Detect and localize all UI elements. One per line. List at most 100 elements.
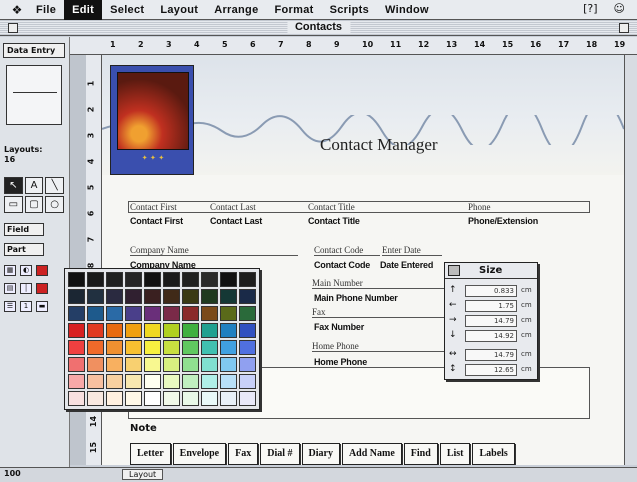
color-swatch[interactable] (163, 391, 180, 406)
apple-menu-icon[interactable]: ❖ (6, 3, 28, 17)
field-company-name[interactable]: Company Name (130, 245, 298, 256)
color-swatch[interactable] (182, 323, 199, 338)
color-swatch[interactable] (106, 289, 123, 304)
color-swatch[interactable] (87, 391, 104, 406)
field-main-number[interactable]: Main Number (312, 278, 448, 289)
window-title-bar[interactable]: Contacts (0, 20, 637, 36)
color-swatch[interactable] (239, 391, 256, 406)
color-swatch[interactable] (182, 272, 199, 287)
field-contact-first[interactable]: Contact First (130, 202, 206, 213)
bucket-icon[interactable]: ◐ (20, 265, 32, 276)
color-swatch[interactable] (163, 323, 180, 338)
mode-indicator[interactable]: Layout (122, 469, 164, 480)
size-left-value[interactable]: 1.75 (465, 300, 517, 312)
rectangle-tool-icon[interactable]: ▭ (4, 196, 23, 213)
color-swatch[interactable] (239, 323, 256, 338)
color-swatch[interactable] (87, 374, 104, 389)
color-swatch[interactable] (144, 374, 161, 389)
find-button[interactable]: Find (403, 443, 438, 465)
color-swatch[interactable] (144, 391, 161, 406)
color-swatch[interactable] (239, 272, 256, 287)
color-swatch[interactable] (144, 289, 161, 304)
color-swatch[interactable] (220, 374, 237, 389)
field-phone[interactable]: Phone (468, 202, 588, 213)
pointer-tool-icon[interactable]: ↖ (4, 177, 23, 194)
color-swatch[interactable] (106, 340, 123, 355)
color-swatch[interactable] (182, 289, 199, 304)
field-fax[interactable]: Fax (312, 307, 448, 318)
menu-format[interactable]: Format (267, 0, 322, 20)
color-swatch[interactable] (125, 289, 142, 304)
color-swatch[interactable] (239, 289, 256, 304)
color-swatch[interactable] (68, 340, 85, 355)
color-swatch[interactable] (68, 357, 85, 372)
color-swatch[interactable] (220, 289, 237, 304)
color-swatch[interactable] (87, 340, 104, 355)
color-swatch[interactable] (201, 340, 218, 355)
rounded-rect-tool-icon[interactable]: ▢ (24, 196, 44, 213)
color-swatch[interactable] (182, 306, 199, 321)
color-swatch[interactable] (144, 323, 161, 338)
color-swatch[interactable] (220, 357, 237, 372)
color-swatch[interactable] (163, 340, 180, 355)
size-palette[interactable]: Size ↑ 0.833 cm ← 1.75 cm → 14.79 cm ↓ 1… (444, 262, 538, 380)
color-swatch[interactable] (201, 357, 218, 372)
color-swatch[interactable] (163, 357, 180, 372)
zoom-box-icon[interactable] (619, 23, 629, 33)
line-style-icon[interactable]: ☰ (4, 301, 16, 312)
color-swatch[interactable] (144, 340, 161, 355)
color-swatch[interactable] (163, 374, 180, 389)
color-swatch[interactable] (68, 391, 85, 406)
color-swatch[interactable] (239, 374, 256, 389)
color-swatch[interactable] (220, 306, 237, 321)
field-contact-last[interactable]: Contact Last (210, 202, 302, 213)
size-height-value[interactable]: 12.65 (465, 364, 517, 376)
size-palette-close-icon[interactable] (448, 265, 460, 276)
color-swatch[interactable] (87, 323, 104, 338)
company-logo[interactable]: ✦ ✦ ✦ (110, 65, 194, 175)
field-tool[interactable]: Field (4, 223, 44, 236)
close-box-icon[interactable] (8, 23, 18, 33)
color-swatch[interactable] (106, 391, 123, 406)
size-width-value[interactable]: 14.79 (465, 349, 517, 361)
color-swatch[interactable] (68, 289, 85, 304)
mode-popup[interactable]: Data Entry (3, 43, 65, 58)
color-swatch[interactable] (144, 357, 161, 372)
color-swatch[interactable] (106, 306, 123, 321)
field-enter-date[interactable]: Enter Date (382, 245, 442, 256)
color-swatch[interactable] (239, 340, 256, 355)
color-swatch[interactable] (163, 289, 180, 304)
line-width-icon[interactable]: 1 (20, 301, 32, 312)
color-swatch[interactable] (68, 272, 85, 287)
size-palette-title-bar[interactable]: Size (445, 263, 537, 279)
zoom-level[interactable]: 100 (4, 469, 21, 478)
menu-arrange[interactable]: Arrange (206, 0, 266, 20)
diary-button[interactable]: Diary (301, 443, 340, 465)
labels-button[interactable]: Labels (472, 443, 515, 465)
pattern-icon[interactable]: ▦ (4, 265, 16, 276)
color-swatch[interactable] (106, 323, 123, 338)
color-swatch[interactable] (201, 306, 218, 321)
fill-color-swatch[interactable] (36, 265, 48, 276)
layout-title[interactable]: Contact Manager (320, 135, 438, 155)
line-color-swatch[interactable]: ▬ (36, 301, 48, 312)
color-swatch[interactable] (125, 272, 142, 287)
color-swatch[interactable] (125, 357, 142, 372)
pen-icon[interactable]: ▤ (4, 283, 16, 294)
color-swatch[interactable] (87, 289, 104, 304)
color-swatch[interactable] (182, 374, 199, 389)
color-swatch[interactable] (125, 340, 142, 355)
color-swatch[interactable] (182, 340, 199, 355)
color-swatch[interactable] (201, 374, 218, 389)
oval-tool-icon[interactable]: ○ (45, 196, 64, 213)
menu-window[interactable]: Window (377, 0, 437, 20)
color-swatch[interactable] (125, 391, 142, 406)
color-swatch[interactable] (106, 272, 123, 287)
color-swatch[interactable] (239, 357, 256, 372)
color-swatch[interactable] (125, 374, 142, 389)
help-icon[interactable]: [?] (583, 2, 597, 15)
pen-width-icon[interactable]: │ (20, 283, 32, 294)
dial-button[interactable]: Dial # (260, 443, 300, 465)
field-contact-code[interactable]: Contact Code (314, 245, 380, 256)
color-swatch[interactable] (201, 289, 218, 304)
